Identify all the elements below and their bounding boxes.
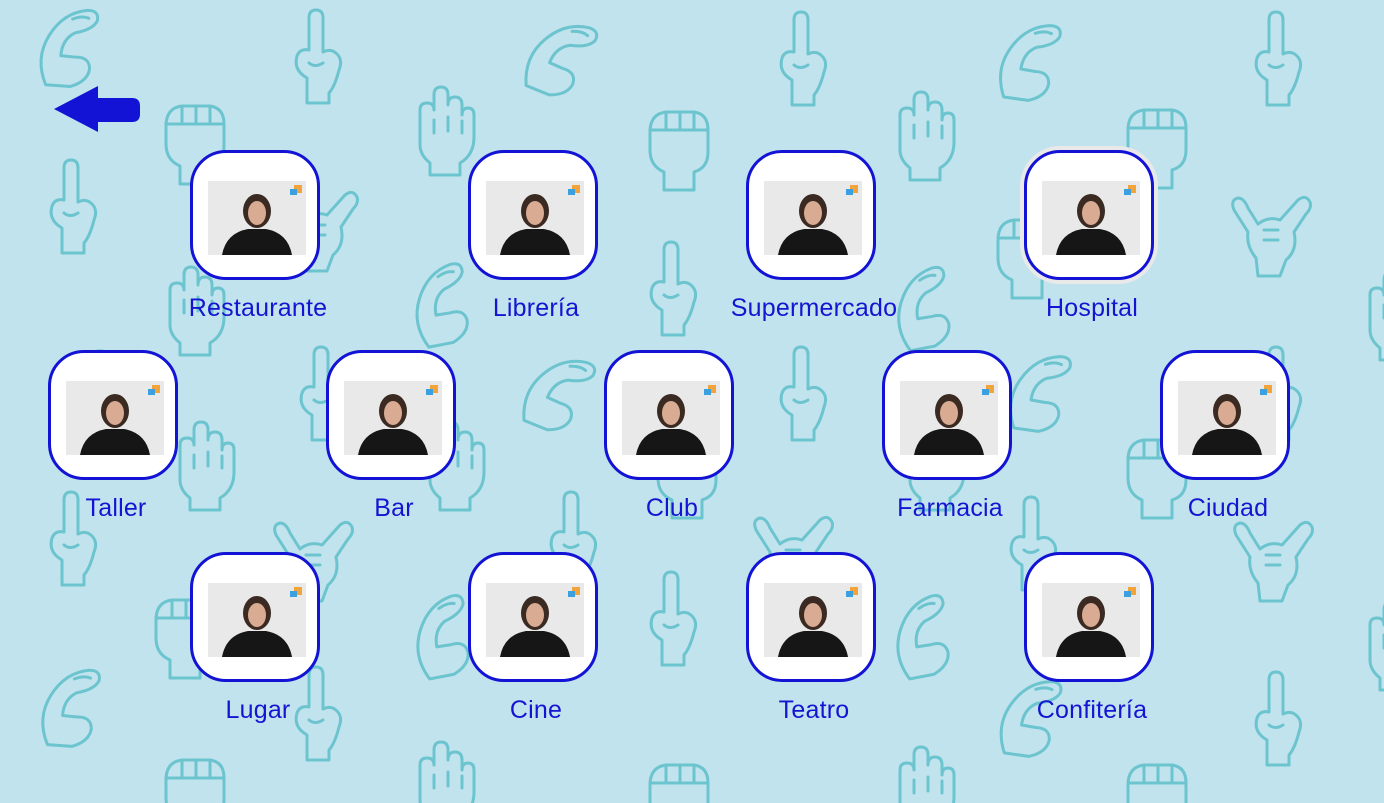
sign-tile-frame[interactable] bbox=[746, 552, 876, 682]
back-button[interactable] bbox=[52, 86, 142, 132]
sign-tile-ciudad[interactable]: Ciudad bbox=[1128, 350, 1328, 535]
sign-video-thumbnail bbox=[900, 381, 998, 455]
sign-tile-frame[interactable] bbox=[1024, 552, 1154, 682]
sign-video-thumbnail bbox=[66, 381, 164, 455]
sign-tile-label: Cine bbox=[509, 696, 563, 724]
sign-tile-taller[interactable]: Taller bbox=[16, 350, 216, 535]
sign-tile-frame[interactable] bbox=[604, 350, 734, 480]
sign-video-thumbnail bbox=[1042, 583, 1140, 657]
sign-tile-label: Ciudad bbox=[1187, 494, 1269, 522]
sign-tile-farmacia[interactable]: Farmacia bbox=[850, 350, 1050, 535]
sign-tile-label: Club bbox=[645, 494, 699, 522]
sign-tile-label: Bar bbox=[374, 494, 414, 522]
sign-tile-frame[interactable] bbox=[468, 150, 598, 280]
sign-tile-label: Lugar bbox=[225, 696, 291, 724]
sign-tile-lugar[interactable]: Lugar bbox=[158, 552, 358, 737]
sign-tile-frame[interactable] bbox=[190, 552, 320, 682]
sign-tile-cine[interactable]: Cine bbox=[436, 552, 636, 737]
sign-video-thumbnail bbox=[1042, 181, 1140, 255]
sign-video-thumbnail bbox=[622, 381, 720, 455]
sign-tile-restaurante[interactable]: Restaurante bbox=[158, 150, 358, 335]
sign-video-thumbnail bbox=[1178, 381, 1276, 455]
sign-tile-librería[interactable]: Librería bbox=[436, 150, 636, 335]
sign-tile-frame[interactable] bbox=[190, 150, 320, 280]
sign-tile-frame[interactable] bbox=[1024, 150, 1154, 280]
sign-video-thumbnail bbox=[208, 583, 306, 657]
sign-video-thumbnail bbox=[764, 181, 862, 255]
sign-video-thumbnail bbox=[486, 181, 584, 255]
sign-video-thumbnail bbox=[208, 181, 306, 255]
sign-tile-label: Hospital bbox=[1046, 294, 1138, 322]
sign-video-thumbnail bbox=[486, 583, 584, 657]
sign-tile-label: Restaurante bbox=[188, 294, 328, 322]
arrow-left-icon bbox=[54, 86, 140, 132]
sign-tile-frame[interactable] bbox=[1160, 350, 1290, 480]
sign-tile-frame[interactable] bbox=[882, 350, 1012, 480]
sign-tile-frame[interactable] bbox=[48, 350, 178, 480]
sign-tile-confitería[interactable]: Confitería bbox=[992, 552, 1192, 737]
sign-tile-frame[interactable] bbox=[746, 150, 876, 280]
sign-video-thumbnail bbox=[344, 381, 442, 455]
sign-tile-frame[interactable] bbox=[468, 552, 598, 682]
sign-tile-frame[interactable] bbox=[326, 350, 456, 480]
sign-tile-label: Farmacia bbox=[897, 494, 1003, 522]
sign-tile-label: Taller bbox=[85, 494, 147, 522]
sign-tile-supermercado[interactable]: Supermercado bbox=[714, 150, 914, 335]
sign-video-thumbnail bbox=[764, 583, 862, 657]
sign-tile-label: Librería bbox=[492, 294, 580, 322]
sign-tile-hospital[interactable]: Hospital bbox=[992, 150, 1192, 335]
sign-tile-label: Supermercado bbox=[730, 294, 898, 322]
sign-tile-club[interactable]: Club bbox=[572, 350, 772, 535]
sign-tile-teatro[interactable]: Teatro bbox=[714, 552, 914, 737]
sign-tile-bar[interactable]: Bar bbox=[294, 350, 494, 535]
sign-tile-label: Confitería bbox=[1036, 696, 1148, 724]
sign-tile-label: Teatro bbox=[778, 696, 850, 724]
